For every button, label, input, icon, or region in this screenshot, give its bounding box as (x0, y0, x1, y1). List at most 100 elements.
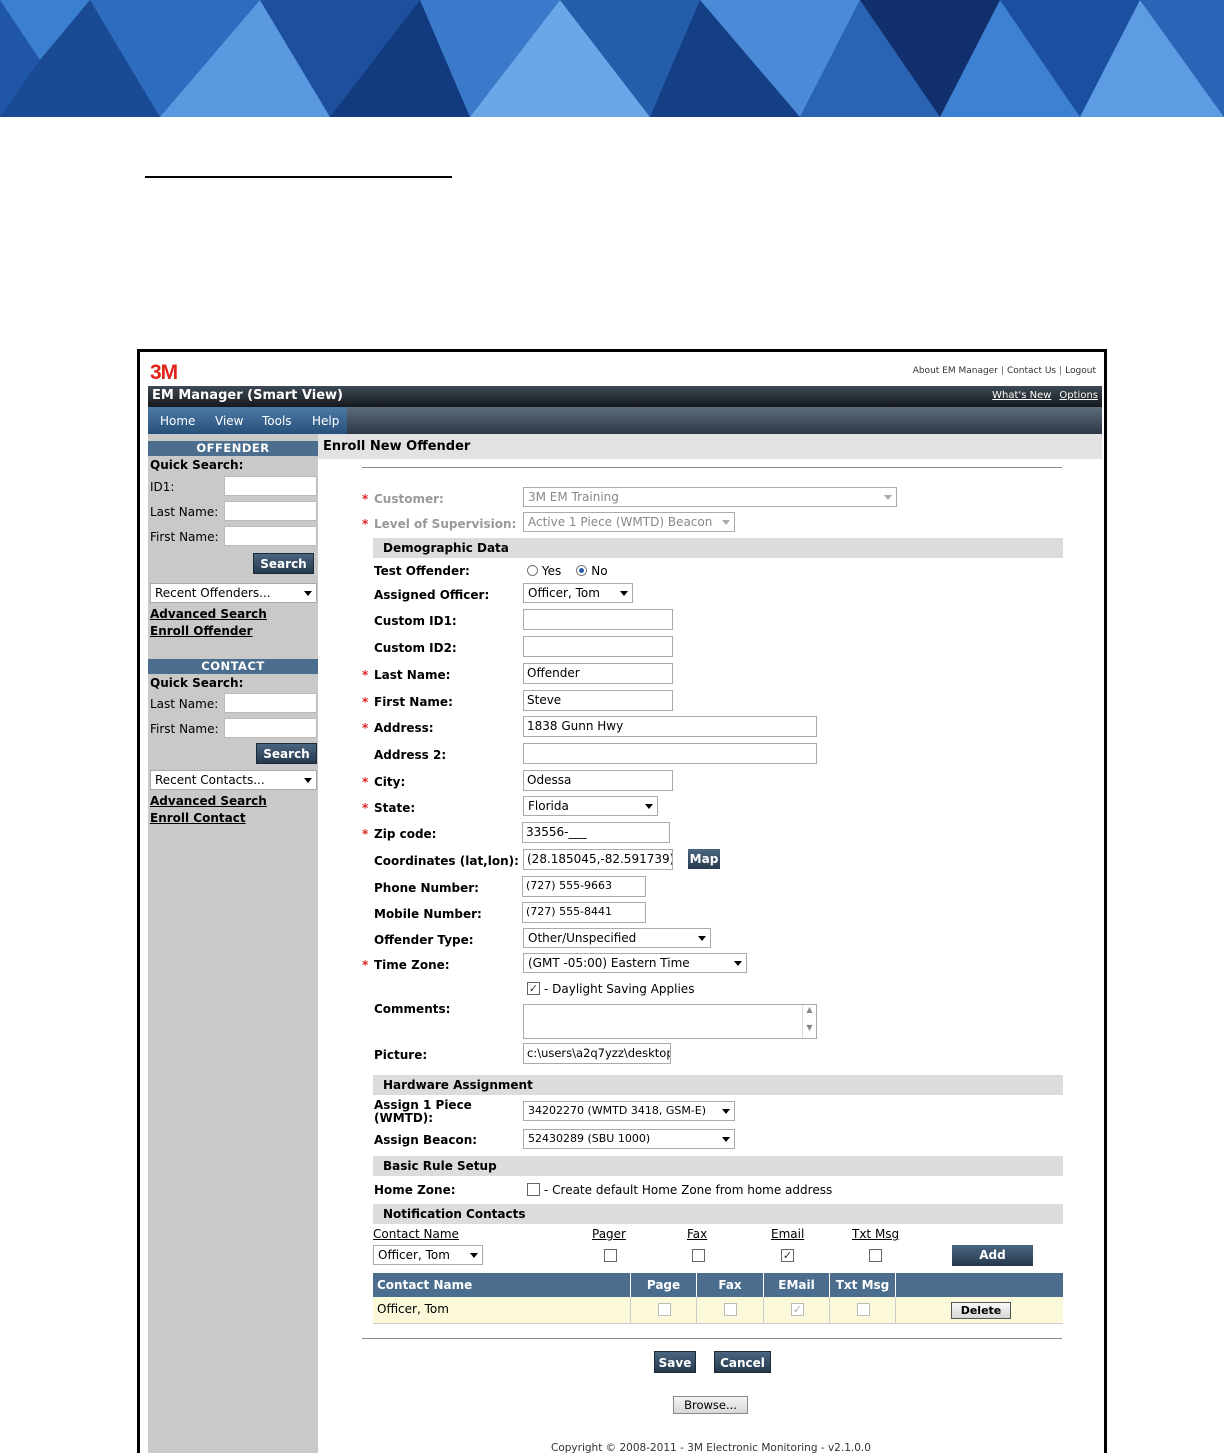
offender-last-name-input[interactable] (224, 501, 317, 521)
required-marker: * (362, 801, 369, 815)
address2-input[interactable] (523, 743, 817, 764)
phone-input[interactable]: (727) 555-9663 (522, 876, 646, 897)
last-name-input[interactable]: Offender (523, 663, 673, 684)
test-offender-label: Test Offender: (374, 564, 470, 578)
offender-type-select[interactable]: Other/Unspecified (523, 928, 711, 948)
coordinates-label: Coordinates (lat,lon): (374, 854, 519, 868)
about-link[interactable]: About EM Manager (913, 366, 998, 376)
state-select[interactable]: Florida (523, 796, 658, 816)
recent-contacts-select[interactable]: Recent Contacts... (150, 770, 317, 790)
title-links: What's New Options (984, 390, 1098, 401)
delete-contact-button[interactable]: Delete (951, 1302, 1011, 1319)
menu-help[interactable]: Help (312, 414, 339, 428)
coordinates-input[interactable]: (28.185045,-82.591739) (523, 849, 673, 870)
assigned-officer-select[interactable]: Officer, Tom (523, 583, 633, 603)
col-contact-name: Contact Name (373, 1273, 631, 1297)
row-email-checkbox[interactable]: ✓ (791, 1303, 804, 1316)
address2-label: Address 2: (374, 748, 447, 762)
brand-logo: 3M (150, 361, 178, 384)
nc-txt-checkbox[interactable] (869, 1249, 882, 1262)
cancel-button[interactable]: Cancel (714, 1351, 771, 1373)
supervision-select[interactable]: Active 1 Piece (WMTD) Beacon (523, 512, 735, 532)
comments-textarea[interactable]: ▲ ▼ (523, 1004, 817, 1039)
required-marker: * (362, 721, 369, 735)
row-fax-checkbox[interactable] (724, 1303, 737, 1316)
contact-search-button[interactable]: Search (256, 743, 317, 764)
nc-email-checkbox[interactable]: ✓ (781, 1249, 794, 1262)
enroll-contact-link[interactable]: Enroll Contact (150, 811, 246, 825)
chevron-down-icon (698, 936, 706, 941)
notification-section-header: Notification Contacts (373, 1204, 1063, 1224)
offender-header: OFFENDER (148, 441, 318, 456)
contact-last-name-input[interactable] (224, 693, 317, 713)
menu-bar: Home View Tools Help (148, 407, 1102, 434)
chevron-down-icon (722, 520, 730, 525)
required-marker: * (362, 958, 369, 972)
required-marker: * (362, 668, 369, 682)
assign-beacon-select[interactable]: 52430289 (SBU 1000) (523, 1129, 735, 1149)
offender-last-name-label: Last Name: (150, 505, 219, 519)
assign-wmtd-select[interactable]: 34202270 (WMTD 3418, GSM-E) (523, 1101, 735, 1121)
required-marker: * (362, 695, 369, 709)
demographic-section-header: Demographic Data (373, 538, 1063, 558)
address-label: Address: (374, 721, 434, 735)
menu-home[interactable]: Home (160, 414, 195, 428)
offender-search-button[interactable]: Search (253, 553, 314, 574)
logout-link[interactable]: Logout (1065, 366, 1096, 376)
daylight-saving-checkbox[interactable]: ✓ (527, 982, 540, 995)
assigned-officer-label: Assigned Officer: (374, 588, 490, 602)
top-links: About EM Manager | Contact Us | Logout (912, 366, 1096, 376)
city-input[interactable]: Odessa (523, 770, 673, 791)
offender-advanced-search-link[interactable]: Advanced Search (150, 607, 267, 621)
test-offender-yes-radio[interactable] (527, 565, 538, 576)
home-zone-checkbox[interactable] (527, 1183, 540, 1196)
required-marker: * (362, 517, 369, 531)
col-txt: Txt Msg (830, 1273, 896, 1297)
nc-pager-checkbox[interactable] (604, 1249, 617, 1262)
footer-copyright: Copyright © 2008-2011 - 3M Electronic Mo… (551, 1442, 871, 1453)
nc-fax-checkbox[interactable] (692, 1249, 705, 1262)
customer-select[interactable]: 3M EM Training (523, 487, 897, 507)
custom-id2-input[interactable] (523, 636, 673, 657)
contact-us-link[interactable]: Contact Us (1007, 366, 1056, 376)
first-name-input[interactable]: Steve (523, 690, 673, 711)
nc-fax-header: Fax (687, 1227, 708, 1241)
enroll-offender-link[interactable]: Enroll Offender (150, 624, 253, 638)
row-txt-checkbox[interactable] (857, 1303, 870, 1316)
test-offender-no-radio[interactable] (576, 565, 588, 576)
supervision-label: Level of Supervision: (374, 517, 517, 531)
recent-offenders-select[interactable]: Recent Offenders... (150, 583, 317, 603)
custom-id2-label: Custom ID2: (374, 641, 457, 655)
id1-input[interactable] (224, 476, 317, 496)
time-zone-label: Time Zone: (374, 958, 450, 972)
home-zone-label: Home Zone: (374, 1183, 456, 1197)
offender-first-name-input[interactable] (224, 526, 317, 546)
nc-txt-header: Txt Msg (852, 1227, 900, 1241)
custom-id1-input[interactable] (523, 609, 673, 630)
browse-button[interactable]: Browse... (673, 1396, 748, 1414)
contact-first-name-label: First Name: (150, 722, 219, 736)
divider (362, 1338, 1062, 1339)
hardware-section-header: Hardware Assignment (373, 1075, 1063, 1095)
add-contact-button[interactable]: Add (952, 1245, 1033, 1266)
address-input[interactable]: 1838 Gunn Hwy (523, 716, 817, 737)
mobile-input[interactable]: (727) 555-8441 (522, 902, 646, 923)
contact-quick-search-label: Quick Search: (150, 676, 244, 690)
contact-advanced-search-link[interactable]: Advanced Search (150, 794, 267, 808)
menu-view[interactable]: View (215, 414, 243, 428)
contact-first-name-input[interactable] (224, 718, 317, 738)
zip-input[interactable]: 33556-___ (522, 822, 670, 843)
picture-input[interactable]: c:\users\a2q7yzz\desktop (523, 1043, 671, 1064)
options-link[interactable]: Options (1059, 390, 1098, 401)
nc-contact-select[interactable]: Officer, Tom (373, 1245, 483, 1265)
time-zone-select[interactable]: (GMT -05:00) Eastern Time (523, 953, 747, 973)
chevron-down-icon (734, 961, 742, 966)
scrollbar[interactable]: ▲ ▼ (802, 1005, 816, 1038)
row-page-checkbox[interactable] (658, 1303, 671, 1316)
decorative-banner (0, 0, 1224, 117)
save-button[interactable]: Save (654, 1351, 696, 1373)
map-button[interactable]: Map (688, 849, 720, 869)
menu-tools[interactable]: Tools (262, 414, 292, 428)
whats-new-link[interactable]: What's New (992, 390, 1051, 401)
table-row: Officer, Tom ✓ Delete (373, 1297, 1063, 1324)
